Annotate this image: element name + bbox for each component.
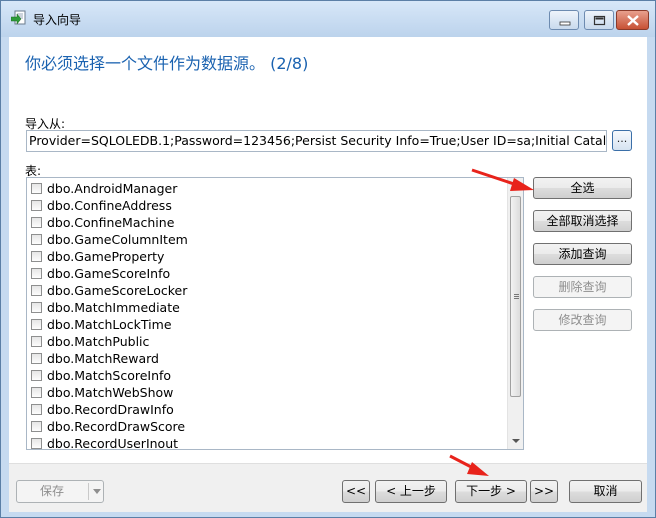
table-checkbox[interactable] (31, 217, 42, 228)
wizard-icon (11, 10, 26, 25)
maximize-button[interactable] (584, 10, 614, 30)
table-checkbox[interactable] (31, 251, 42, 262)
table-list-item[interactable]: dbo.GameScoreInfo (29, 265, 505, 282)
wizard-body: 你必须选择一个文件作为数据源。 (2/8) 导入从: Provider=SQLO… (9, 37, 647, 512)
save-dropdown-arrow-icon[interactable] (93, 489, 101, 494)
table-list-item[interactable]: dbo.ConfineMachine (29, 214, 505, 231)
cancel-button[interactable]: 取消 (569, 480, 642, 503)
first-step-button[interactable]: << (342, 480, 370, 503)
table-list-item[interactable]: dbo.GameProperty (29, 248, 505, 265)
table-name: dbo.RecordDrawInfo (47, 402, 174, 417)
page-title: 你必须选择一个文件作为数据源。 (2/8) (25, 54, 309, 73)
table-name: dbo.MatchScoreInfo (47, 368, 172, 383)
deselect-all-button[interactable]: 全部取消选择 (533, 210, 632, 232)
previous-button[interactable]: < 上一步 (375, 480, 447, 503)
vertical-scrollbar[interactable] (507, 178, 523, 449)
table-list-item[interactable]: dbo.RecordDrawInfo (29, 401, 505, 418)
table-list-item[interactable]: dbo.MatchReward (29, 350, 505, 367)
table-list-item[interactable]: dbo.MatchImmediate (29, 299, 505, 316)
table-list-item[interactable]: dbo.RecordUserInout (29, 435, 505, 450)
table-checkbox[interactable] (31, 234, 42, 245)
title-bar: 导入向导 (1, 1, 655, 37)
table-checkbox[interactable] (31, 387, 42, 398)
minimize-button[interactable] (549, 10, 579, 30)
table-name: dbo.GameProperty (47, 249, 165, 264)
table-checkbox[interactable] (31, 421, 42, 432)
table-name: dbo.RecordDrawScore (47, 419, 186, 434)
table-name: dbo.AndroidManager (47, 181, 178, 196)
table-list-item[interactable]: dbo.MatchPublic (29, 333, 505, 350)
scroll-up-arrow-icon[interactable] (512, 184, 520, 188)
table-list-item[interactable]: dbo.ConfineAddress (29, 197, 505, 214)
table-name: dbo.MatchReward (47, 351, 159, 366)
table-list-item[interactable]: dbo.MatchWebShow (29, 384, 505, 401)
table-name: dbo.MatchWebShow (47, 385, 174, 400)
table-list-item[interactable]: dbo.MatchLockTime (29, 316, 505, 333)
table-checkbox[interactable] (31, 336, 42, 347)
browse-connection-button[interactable]: ... (612, 130, 632, 151)
table-list-item[interactable]: dbo.GameColumnItem (29, 231, 505, 248)
table-checkbox[interactable] (31, 319, 42, 330)
scrollbar-thumb[interactable] (510, 196, 521, 397)
table-name: dbo.MatchImmediate (47, 300, 180, 315)
table-checkbox[interactable] (31, 183, 42, 194)
table-checkbox[interactable] (31, 404, 42, 415)
table-list[interactable]: dbo.AndroidManager dbo.ConfineAddress dbo.… (26, 177, 524, 450)
table-list-item[interactable]: dbo.RecordDrawScore (29, 418, 505, 435)
table-name: dbo.GameScoreLocker (47, 283, 188, 298)
last-step-button[interactable]: >> (530, 480, 558, 503)
close-button[interactable] (616, 10, 649, 30)
table-name: dbo.RecordUserInout (47, 436, 179, 450)
close-icon (627, 15, 639, 26)
scroll-down-arrow-icon[interactable] (512, 439, 520, 443)
next-button[interactable]: 下一步 > (455, 480, 527, 503)
table-checkbox[interactable] (31, 438, 42, 449)
minimize-icon (559, 21, 571, 26)
table-list-item[interactable]: dbo.MatchScoreInfo (29, 367, 505, 384)
table-list-item[interactable]: dbo.AndroidManager (29, 180, 505, 197)
table-name: dbo.MatchLockTime (47, 317, 172, 332)
table-checkbox[interactable] (31, 285, 42, 296)
delete-query-button[interactable]: 删除查询 (533, 276, 632, 298)
table-name: dbo.GameColumnItem (47, 232, 188, 247)
table-name: dbo.GameScoreInfo (47, 266, 171, 281)
table-checkbox[interactable] (31, 302, 42, 313)
table-checkbox[interactable] (31, 353, 42, 364)
select-all-button[interactable]: 全选 (533, 177, 632, 199)
save-button[interactable]: 保存 (17, 481, 87, 502)
window-title: 导入向导 (33, 13, 82, 27)
connection-string-field[interactable]: Provider=SQLOLEDB.1;Password=123456;Pers… (26, 130, 607, 152)
table-checkbox[interactable] (31, 370, 42, 381)
add-query-button[interactable]: 添加查询 (533, 243, 632, 265)
table-name: dbo.MatchPublic (47, 334, 150, 349)
import-wizard-window: 导入向导 你必须选择一个文件作为数据源。 (2/8) 导入从: Provider… (0, 0, 656, 518)
table-list-item[interactable]: dbo.GameScoreLocker (29, 282, 505, 299)
table-checkbox[interactable] (31, 268, 42, 279)
wizard-footer: 保存 << < 上一步 下一步 > >> 取消 (9, 463, 647, 512)
table-name: dbo.ConfineAddress (47, 198, 172, 213)
table-name: dbo.ConfineMachine (47, 215, 175, 230)
table-checkbox[interactable] (31, 200, 42, 211)
maximize-icon (593, 15, 606, 26)
edit-query-button[interactable]: 修改查询 (533, 309, 632, 331)
save-split-button[interactable]: 保存 (16, 480, 104, 503)
